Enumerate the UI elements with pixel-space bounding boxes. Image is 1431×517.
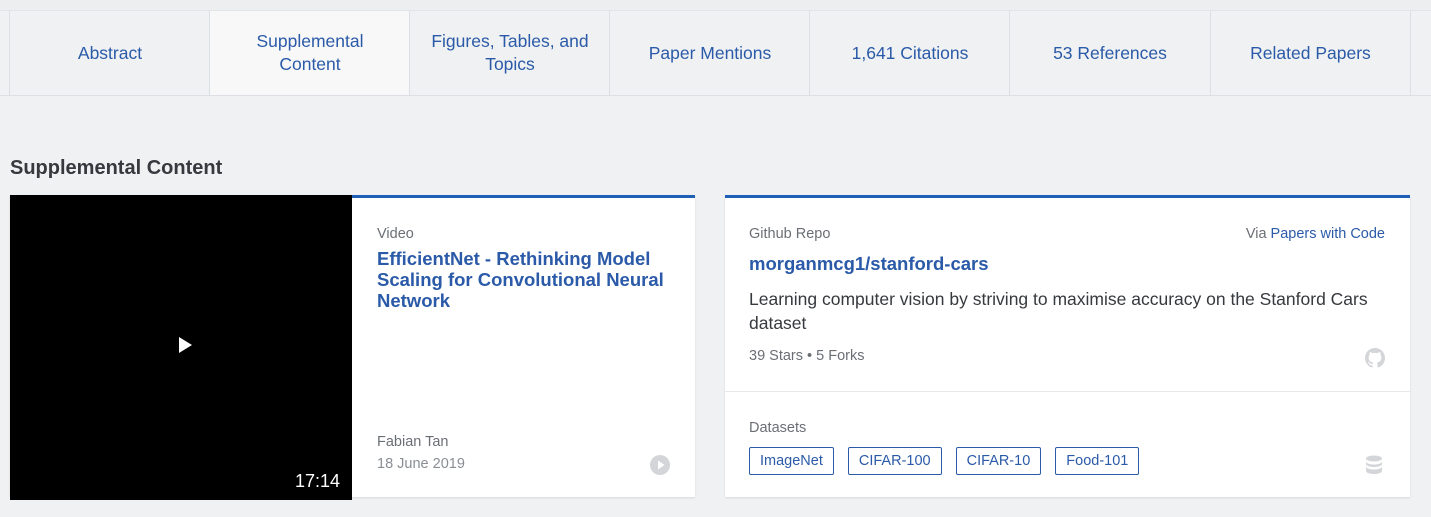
video-date: 18 June 2019 <box>377 456 465 472</box>
dataset-chip-food-101[interactable]: Food-101 <box>1055 447 1140 475</box>
papers-with-code-link[interactable]: Papers with Code <box>1271 226 1385 242</box>
video-info: Video EfficientNet - Rethinking Model Sc… <box>377 226 677 311</box>
dataset-chip-cifar-100[interactable]: CIFAR-100 <box>847 447 942 475</box>
repo-stats: 39 Stars • 5 Forks <box>749 348 865 364</box>
video-author: Fabian Tan <box>377 434 449 450</box>
paper-tab-bar: Abstract Supplemental Content Figures, T… <box>0 11 1431 96</box>
video-duration: 17:14 <box>294 471 340 491</box>
repo-type-label: Github Repo <box>749 226 831 242</box>
tab-related-papers[interactable]: Related Papers <box>1210 11 1411 95</box>
github-icon[interactable] <box>1365 348 1385 368</box>
tab-references[interactable]: 53 References <box>1009 11 1210 95</box>
tab-citations[interactable]: 1,641 Citations <box>809 11 1010 95</box>
tab-supplemental-content[interactable]: Supplemental Content <box>209 11 410 95</box>
tab-figures-tables-topics[interactable]: Figures, Tables, and Topics <box>409 11 610 95</box>
section-title: Supplemental Content <box>10 157 223 179</box>
video-card: 17:14 Video EfficientNet - Rethinking Mo… <box>10 195 695 500</box>
repo-section: Github Repo Via Papers with Code morganm… <box>725 198 1410 392</box>
dataset-chip-cifar-10[interactable]: CIFAR-10 <box>955 447 1042 475</box>
top-strip <box>0 0 1431 11</box>
repo-name-link[interactable]: morganmcg1/stanford-cars <box>749 253 989 275</box>
play-icon[interactable] <box>175 335 195 355</box>
dataset-chips: ImageNet CIFAR-100 CIFAR-10 Food-101 <box>749 447 1153 475</box>
video-type-label: Video <box>377 226 414 242</box>
video-title-link[interactable]: EfficientNet - Rethinking Model Scaling … <box>377 248 677 311</box>
circle-play-icon <box>650 455 670 475</box>
via-attribution: Via Papers with Code <box>1246 226 1385 242</box>
via-prefix: Via <box>1245 226 1267 242</box>
repo-card: Github Repo Via Papers with Code morganm… <box>725 195 1410 497</box>
tab-paper-mentions[interactable]: Paper Mentions <box>609 11 810 95</box>
datasets-label: Datasets <box>749 420 807 436</box>
video-thumbnail[interactable]: 17:14 <box>10 195 352 500</box>
tab-abstract[interactable]: Abstract <box>9 11 210 95</box>
repo-description: Learning computer vision by striving to … <box>749 289 1368 333</box>
database-icon <box>1366 455 1382 474</box>
dataset-chip-imagenet[interactable]: ImageNet <box>749 447 834 475</box>
